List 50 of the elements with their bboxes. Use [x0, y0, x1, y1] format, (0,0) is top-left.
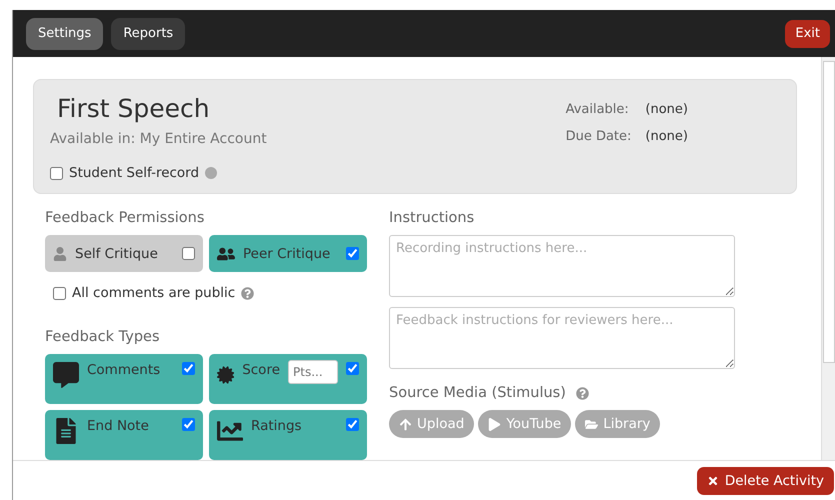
- instructions-field[interactable]: Feedback instructions for reviewers here...: [389, 307, 735, 369]
- user-icon: [53, 246, 67, 260]
- tile-label: Self Critique: [75, 246, 159, 262]
- checkbox[interactable]: [346, 247, 359, 260]
- feedback-type-tile[interactable]: End Note: [45, 410, 203, 460]
- close-icon: [706, 474, 719, 486]
- tile-label: Score: [242, 362, 280, 378]
- exit-button[interactable]: Exit: [785, 20, 830, 48]
- tile-label: Ratings: [251, 418, 303, 434]
- users-icon: [217, 244, 235, 262]
- delete-button[interactable]: Delete Activity: [696, 466, 834, 494]
- scrollbar[interactable]: [821, 57, 835, 460]
- tile-label: Peer Critique: [243, 246, 332, 262]
- feedback-type-tile[interactable]: Ratings: [209, 410, 367, 460]
- activity-title: First Speech: [57, 94, 211, 123]
- checkbox[interactable]: [346, 418, 359, 431]
- section-heading: Instructions: [389, 210, 474, 226]
- checkbox[interactable]: [346, 362, 359, 375]
- tile-label: End Note: [87, 418, 150, 434]
- permission-tile[interactable]: Self Critique: [45, 235, 203, 272]
- permission-tile[interactable]: Peer Critique: [209, 235, 367, 272]
- section-heading: Source Media (Stimulus): [389, 385, 566, 401]
- folder-icon: [585, 418, 598, 430]
- feedback-type-tile[interactable]: Score Pts...: [209, 354, 367, 404]
- date-value: (none): [645, 129, 688, 144]
- points-field[interactable]: Pts...: [288, 360, 338, 384]
- play-icon: [488, 418, 502, 430]
- help-icon[interactable]: [576, 386, 589, 400]
- comment-icon: [53, 362, 79, 388]
- date-label: Due Date:: [566, 129, 632, 144]
- status-dot-icon: [205, 167, 218, 179]
- checkbox[interactable]: [53, 286, 66, 300]
- checkbox[interactable]: [182, 418, 195, 431]
- arrow-up-icon: [399, 418, 412, 430]
- tile-label: Comments: [87, 362, 162, 378]
- date-label: Available:: [566, 102, 630, 117]
- section-heading: Feedback Permissions: [45, 210, 204, 226]
- help-icon[interactable]: [241, 286, 254, 300]
- tab[interactable]: Settings: [26, 18, 104, 50]
- instructions-field[interactable]: Recording instructions here...: [389, 235, 735, 297]
- checkbox[interactable]: [182, 247, 195, 260]
- checkbox-label: Student Self-record: [69, 165, 200, 181]
- checkbox[interactable]: [182, 362, 195, 375]
- checkbox[interactable]: [50, 166, 63, 180]
- feedback-type-tile[interactable]: Comments: [45, 354, 203, 404]
- section-heading: Feedback Types: [45, 329, 160, 345]
- availability-text: Available in: My Entire Account: [50, 131, 267, 147]
- checkbox-label: All comments are public: [72, 285, 236, 301]
- tab[interactable]: Reports: [111, 18, 186, 50]
- date-value: (none): [645, 102, 688, 117]
